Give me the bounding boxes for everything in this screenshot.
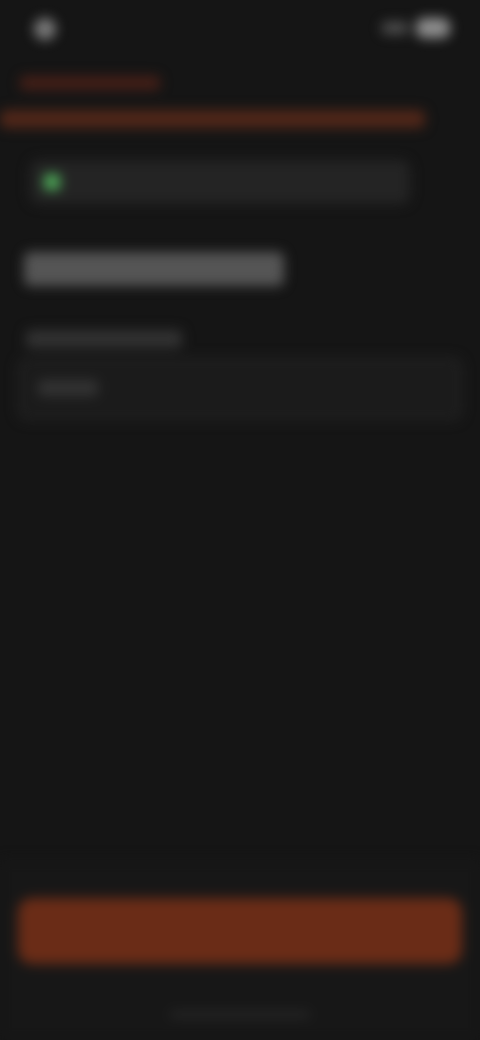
home-indicator[interactable]	[170, 1012, 310, 1017]
input-placeholder	[38, 380, 98, 396]
signal-icon	[382, 22, 408, 34]
battery-icon	[416, 18, 450, 38]
banner-bar	[0, 110, 425, 128]
status-right	[382, 18, 450, 38]
info-row[interactable]	[30, 160, 410, 204]
status-bar	[0, 0, 480, 64]
text-input[interactable]	[18, 358, 462, 420]
app-dot-icon	[34, 18, 56, 40]
field-label	[26, 330, 182, 348]
primary-action-button[interactable]	[18, 898, 462, 964]
warning-banner	[0, 70, 430, 134]
status-left	[34, 18, 56, 40]
section-title	[24, 252, 284, 286]
banner-heading	[20, 76, 160, 90]
check-icon	[44, 174, 60, 190]
screen	[0, 0, 480, 1040]
